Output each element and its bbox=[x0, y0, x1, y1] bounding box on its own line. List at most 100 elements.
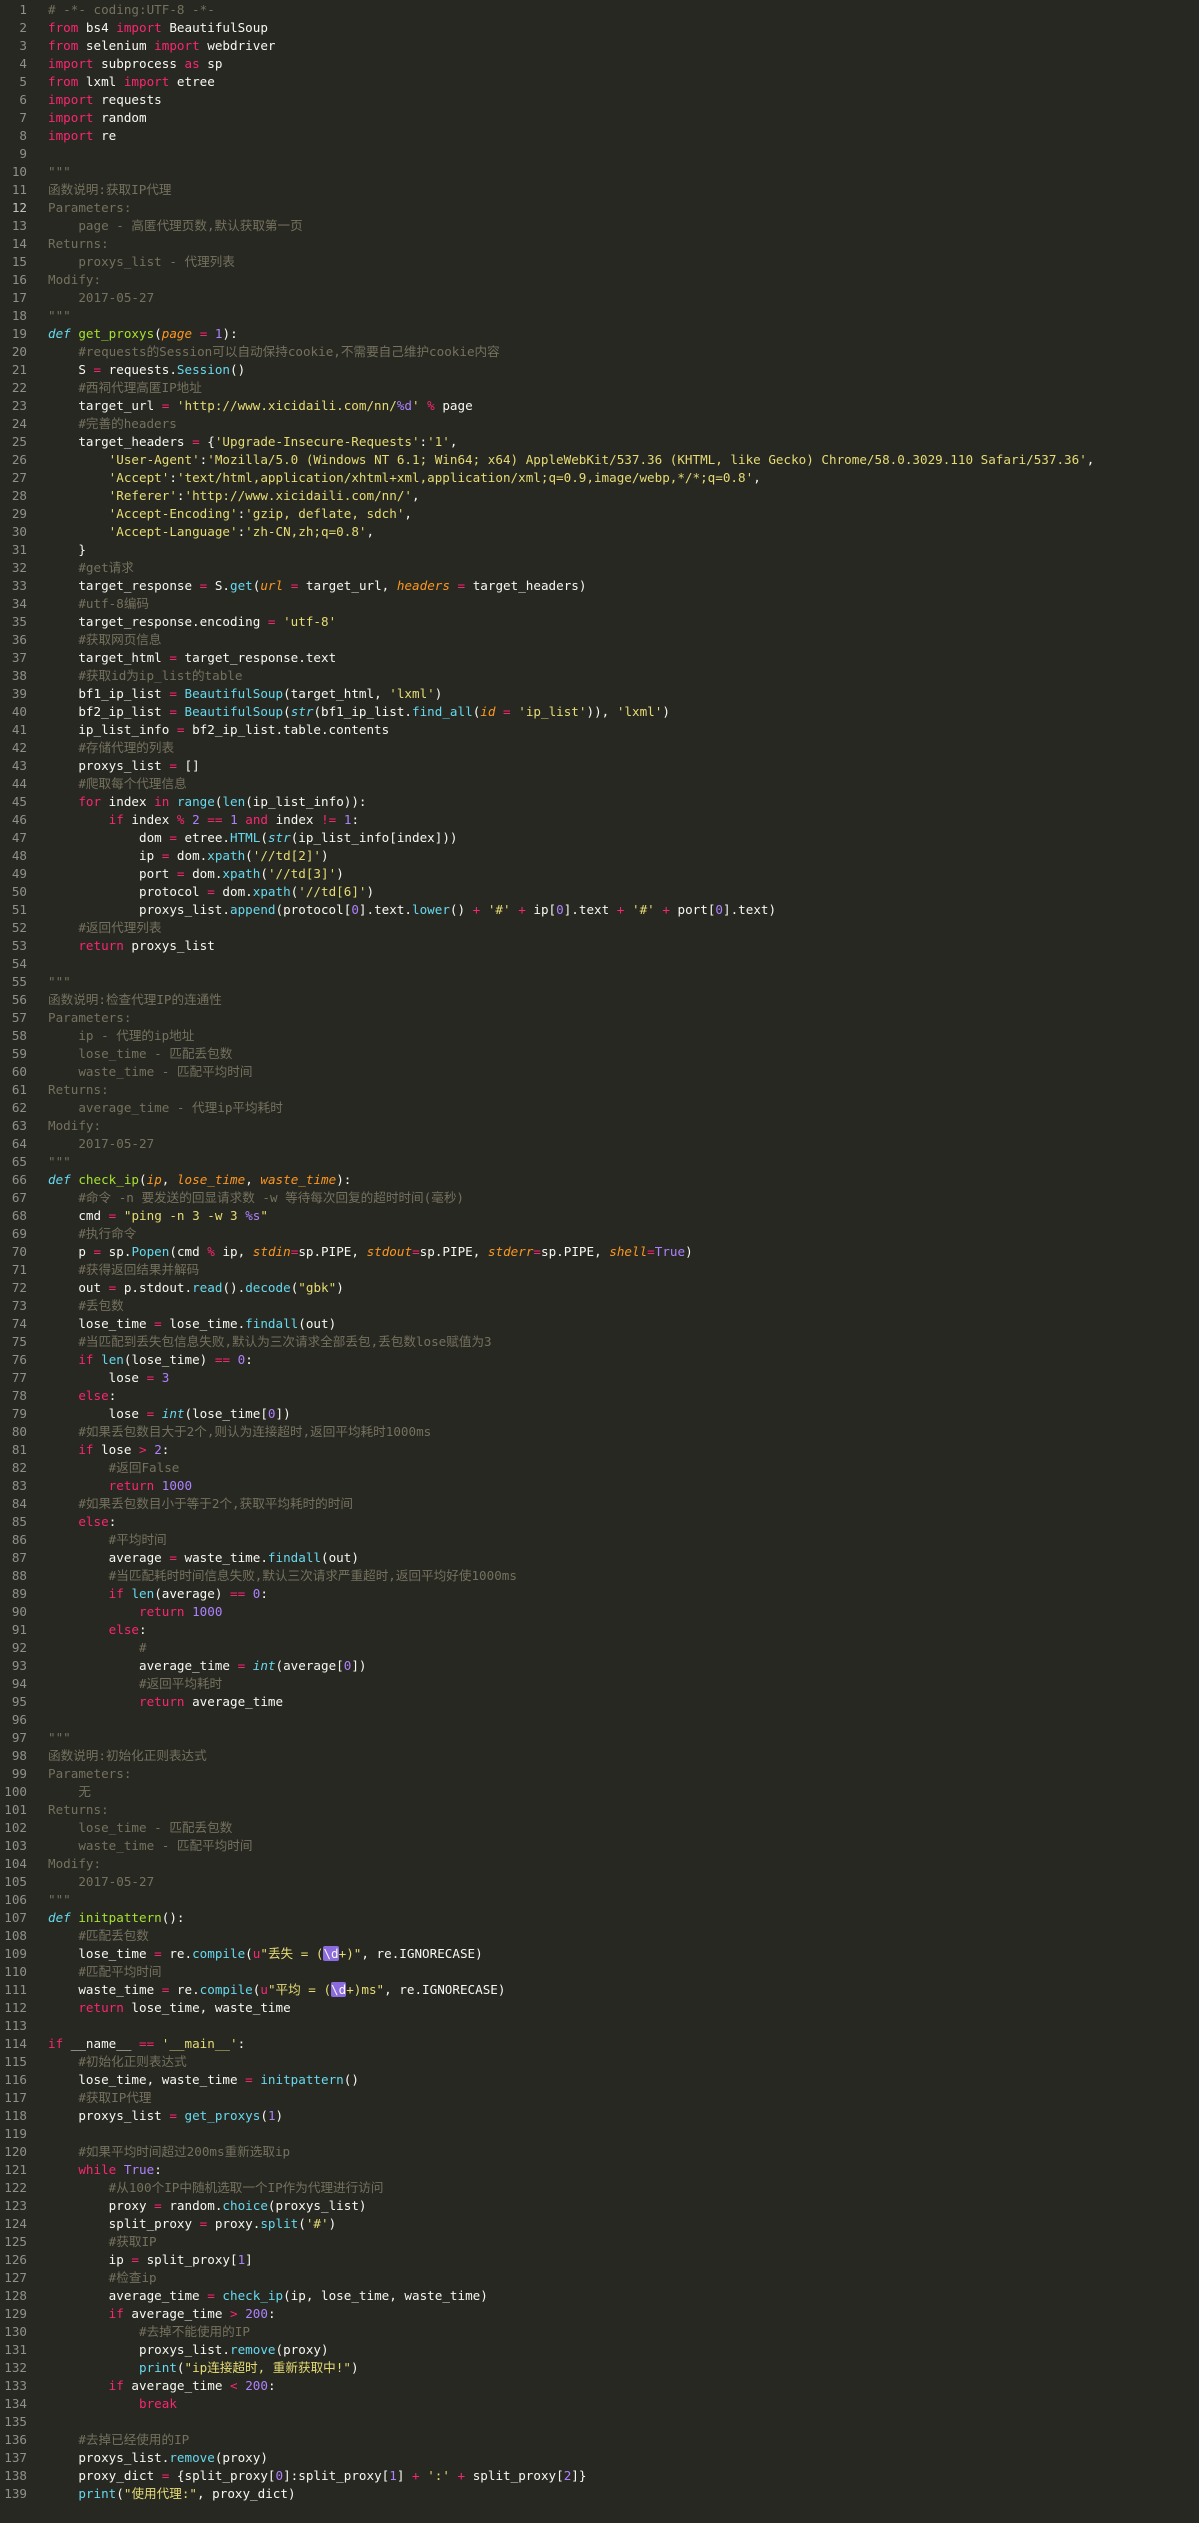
code-line[interactable]: 63 Modify: bbox=[0, 1117, 1199, 1135]
code-line[interactable]: 113 bbox=[0, 2017, 1199, 2035]
code-line[interactable]: 75 #当匹配到丢失包信息失败,默认为三次请求全部丢包,丢包数lose赋值为3 bbox=[0, 1333, 1199, 1351]
code-line[interactable]: 74 lose_time = lose_time.findall(out) bbox=[0, 1315, 1199, 1333]
code-line[interactable]: 62 average_time - 代理ip平均耗时 bbox=[0, 1099, 1199, 1117]
code-line[interactable]: 120 #如果平均时间超过200ms重新选取ip bbox=[0, 2143, 1199, 2161]
code-line[interactable]: 14 Returns: bbox=[0, 235, 1199, 253]
code-line[interactable]: 43 proxys_list = [] bbox=[0, 757, 1199, 775]
code-line[interactable]: 101 Returns: bbox=[0, 1801, 1199, 1819]
code-line[interactable]: 10 """ bbox=[0, 163, 1199, 181]
code-line[interactable]: 89 if len(average) == 0: bbox=[0, 1585, 1199, 1603]
code-line[interactable]: 44 #爬取每个代理信息 bbox=[0, 775, 1199, 793]
code-line[interactable]: 126 ip = split_proxy[1] bbox=[0, 2251, 1199, 2269]
code-line[interactable]: 60 waste_time - 匹配平均时间 bbox=[0, 1063, 1199, 1081]
code-line[interactable]: 110 #匹配平均时间 bbox=[0, 1963, 1199, 1981]
code-line[interactable]: 130 #去掉不能使用的IP bbox=[0, 2323, 1199, 2341]
code-line[interactable]: 67 #命令 -n 要发送的回显请求数 -w 等待每次回复的超时时间(毫秒) bbox=[0, 1189, 1199, 1207]
code-editor[interactable]: 1 # -*- coding:UTF-8 -*- 2 from bs4 import … bbox=[0, 0, 1199, 2523]
code-line[interactable]: 80 #如果丢包数目大于2个,则认为连接超时,返回平均耗时1000ms bbox=[0, 1423, 1199, 1441]
code-line[interactable]: 12 Parameters: bbox=[0, 199, 1199, 217]
code-line[interactable]: 24 #完善的headers bbox=[0, 415, 1199, 433]
code-line[interactable]: 82 #返回False bbox=[0, 1459, 1199, 1477]
code-line[interactable]: 69 #执行命令 bbox=[0, 1225, 1199, 1243]
code-line[interactable]: 59 lose_time - 匹配丢包数 bbox=[0, 1045, 1199, 1063]
code-line[interactable]: 66 def check_ip(ip, lose_time, waste_time… bbox=[0, 1171, 1199, 1189]
code-line[interactable]: 52 #返回代理列表 bbox=[0, 919, 1199, 937]
code-line[interactable]: 9 bbox=[0, 145, 1199, 163]
code-line[interactable]: 117 #获取IP代理 bbox=[0, 2089, 1199, 2107]
code-line[interactable]: 6 import requests bbox=[0, 91, 1199, 109]
code-lines[interactable]: 1 # -*- coding:UTF-8 -*- 2 from bs4 import … bbox=[0, 1, 1199, 2503]
code-line[interactable]: 5 from lxml import etree bbox=[0, 73, 1199, 91]
code-line[interactable]: 61 Returns: bbox=[0, 1081, 1199, 1099]
code-line[interactable]: 30 'Accept-Language':'zh-CN,zh;q=0.8', bbox=[0, 523, 1199, 541]
code-line[interactable]: 17 2017-05-27 bbox=[0, 289, 1199, 307]
code-line[interactable]: 70 p = sp.Popen(cmd % ip, stdin=sp.PIPE,… bbox=[0, 1243, 1199, 1261]
code-line[interactable]: 124 split_proxy = proxy.split('#') bbox=[0, 2215, 1199, 2233]
code-line[interactable]: 92 # bbox=[0, 1639, 1199, 1657]
code-line[interactable]: 35 target_response.encoding = 'utf-8' bbox=[0, 613, 1199, 631]
code-line[interactable]: 123 proxy = random.choice(proxys_list) bbox=[0, 2197, 1199, 2215]
code-line[interactable]: 104 Modify: bbox=[0, 1855, 1199, 1873]
code-line[interactable]: 106 """ bbox=[0, 1891, 1199, 1909]
code-line[interactable]: 115 #初始化正则表达式 bbox=[0, 2053, 1199, 2071]
code-line[interactable]: 137 proxys_list.remove(proxy) bbox=[0, 2449, 1199, 2467]
code-line[interactable]: 36 #获取网页信息 bbox=[0, 631, 1199, 649]
code-line[interactable]: 135 bbox=[0, 2413, 1199, 2431]
code-line[interactable]: 34 #utf-8编码 bbox=[0, 595, 1199, 613]
code-line[interactable]: 139 print("使用代理:", proxy_dict) bbox=[0, 2485, 1199, 2503]
code-line[interactable]: 95 return average_time bbox=[0, 1693, 1199, 1711]
code-line[interactable]: 83 return 1000 bbox=[0, 1477, 1199, 1495]
code-line[interactable]: 4 import subprocess as sp bbox=[0, 55, 1199, 73]
code-line[interactable]: 22 #西祠代理高匿IP地址 bbox=[0, 379, 1199, 397]
code-line[interactable]: 73 #丢包数 bbox=[0, 1297, 1199, 1315]
code-line[interactable]: 134 break bbox=[0, 2395, 1199, 2413]
code-line[interactable]: 88 #当匹配耗时时间信息失败,默认三次请求严重超时,返回平均好使1000ms bbox=[0, 1567, 1199, 1585]
code-line[interactable]: 78 else: bbox=[0, 1387, 1199, 1405]
code-line[interactable]: 37 target_html = target_response.text bbox=[0, 649, 1199, 667]
code-line[interactable]: 121 while True: bbox=[0, 2161, 1199, 2179]
code-line[interactable]: 76 if len(lose_time) == 0: bbox=[0, 1351, 1199, 1369]
code-line[interactable]: 53 return proxys_list bbox=[0, 937, 1199, 955]
code-line[interactable]: 77 lose = 3 bbox=[0, 1369, 1199, 1387]
code-line[interactable]: 81 if lose > 2: bbox=[0, 1441, 1199, 1459]
code-line[interactable]: 112 return lose_time, waste_time bbox=[0, 1999, 1199, 2017]
code-line[interactable]: 54 bbox=[0, 955, 1199, 973]
code-line[interactable]: 79 lose = int(lose_time[0]) bbox=[0, 1405, 1199, 1423]
code-line[interactable]: 127 #检查ip bbox=[0, 2269, 1199, 2287]
code-line[interactable]: 98 函数说明:初始化正则表达式 bbox=[0, 1747, 1199, 1765]
code-line[interactable]: 19 def get_proxys(page = 1): bbox=[0, 325, 1199, 343]
code-line[interactable]: 49 port = dom.xpath('//td[3]') bbox=[0, 865, 1199, 883]
code-line[interactable]: 40 bf2_ip_list = BeautifulSoup(str(bf1_i… bbox=[0, 703, 1199, 721]
code-line[interactable]: 68 cmd = "ping -n 3 -w 3 %s" bbox=[0, 1207, 1199, 1225]
code-line[interactable]: 13 page - 高匿代理页数,默认获取第一页 bbox=[0, 217, 1199, 235]
code-line[interactable]: 1 # -*- coding:UTF-8 -*- bbox=[0, 1, 1199, 19]
code-line[interactable]: 111 waste_time = re.compile(u"平均 = (\d+)… bbox=[0, 1981, 1199, 1999]
code-line[interactable]: 2 from bs4 import BeautifulSoup bbox=[0, 19, 1199, 37]
code-line[interactable]: 47 dom = etree.HTML(str(ip_list_info[ind… bbox=[0, 829, 1199, 847]
code-line[interactable]: 114 if __name__ == '__main__': bbox=[0, 2035, 1199, 2053]
code-line[interactable]: 107 def initpattern(): bbox=[0, 1909, 1199, 1927]
code-line[interactable]: 122 #从100个IP中随机选取一个IP作为代理进行访问 bbox=[0, 2179, 1199, 2197]
code-line[interactable]: 29 'Accept-Encoding':'gzip, deflate, sdc… bbox=[0, 505, 1199, 523]
code-line[interactable]: 133 if average_time < 200: bbox=[0, 2377, 1199, 2395]
code-line[interactable]: 116 lose_time, waste_time = initpattern(… bbox=[0, 2071, 1199, 2089]
code-line[interactable]: 87 average = waste_time.findall(out) bbox=[0, 1549, 1199, 1567]
code-line[interactable]: 94 #返回平均耗时 bbox=[0, 1675, 1199, 1693]
code-line[interactable]: 21 S = requests.Session() bbox=[0, 361, 1199, 379]
code-line[interactable]: 23 target_url = 'http://www.xicidaili.co… bbox=[0, 397, 1199, 415]
code-line[interactable]: 105 2017-05-27 bbox=[0, 1873, 1199, 1891]
code-line[interactable]: 18 """ bbox=[0, 307, 1199, 325]
code-line[interactable]: 64 2017-05-27 bbox=[0, 1135, 1199, 1153]
code-line[interactable]: 25 target_headers = {'Upgrade-Insecure-R… bbox=[0, 433, 1199, 451]
code-line[interactable]: 119 bbox=[0, 2125, 1199, 2143]
code-line[interactable]: 84 #如果丢包数目小于等于2个,获取平均耗时的时间 bbox=[0, 1495, 1199, 1513]
code-line[interactable]: 32 #get请求 bbox=[0, 559, 1199, 577]
code-line[interactable]: 97 """ bbox=[0, 1729, 1199, 1747]
code-line[interactable]: 100 无 bbox=[0, 1783, 1199, 1801]
code-line[interactable]: 41 ip_list_info = bf2_ip_list.table.cont… bbox=[0, 721, 1199, 739]
code-line[interactable]: 93 average_time = int(average[0]) bbox=[0, 1657, 1199, 1675]
code-line[interactable]: 28 'Referer':'http://www.xicidaili.com/n… bbox=[0, 487, 1199, 505]
code-line[interactable]: 27 'Accept':'text/html,application/xhtml… bbox=[0, 469, 1199, 487]
code-line[interactable]: 8 import re bbox=[0, 127, 1199, 145]
code-line[interactable]: 109 lose_time = re.compile(u"丢失 = (\d+)"… bbox=[0, 1945, 1199, 1963]
